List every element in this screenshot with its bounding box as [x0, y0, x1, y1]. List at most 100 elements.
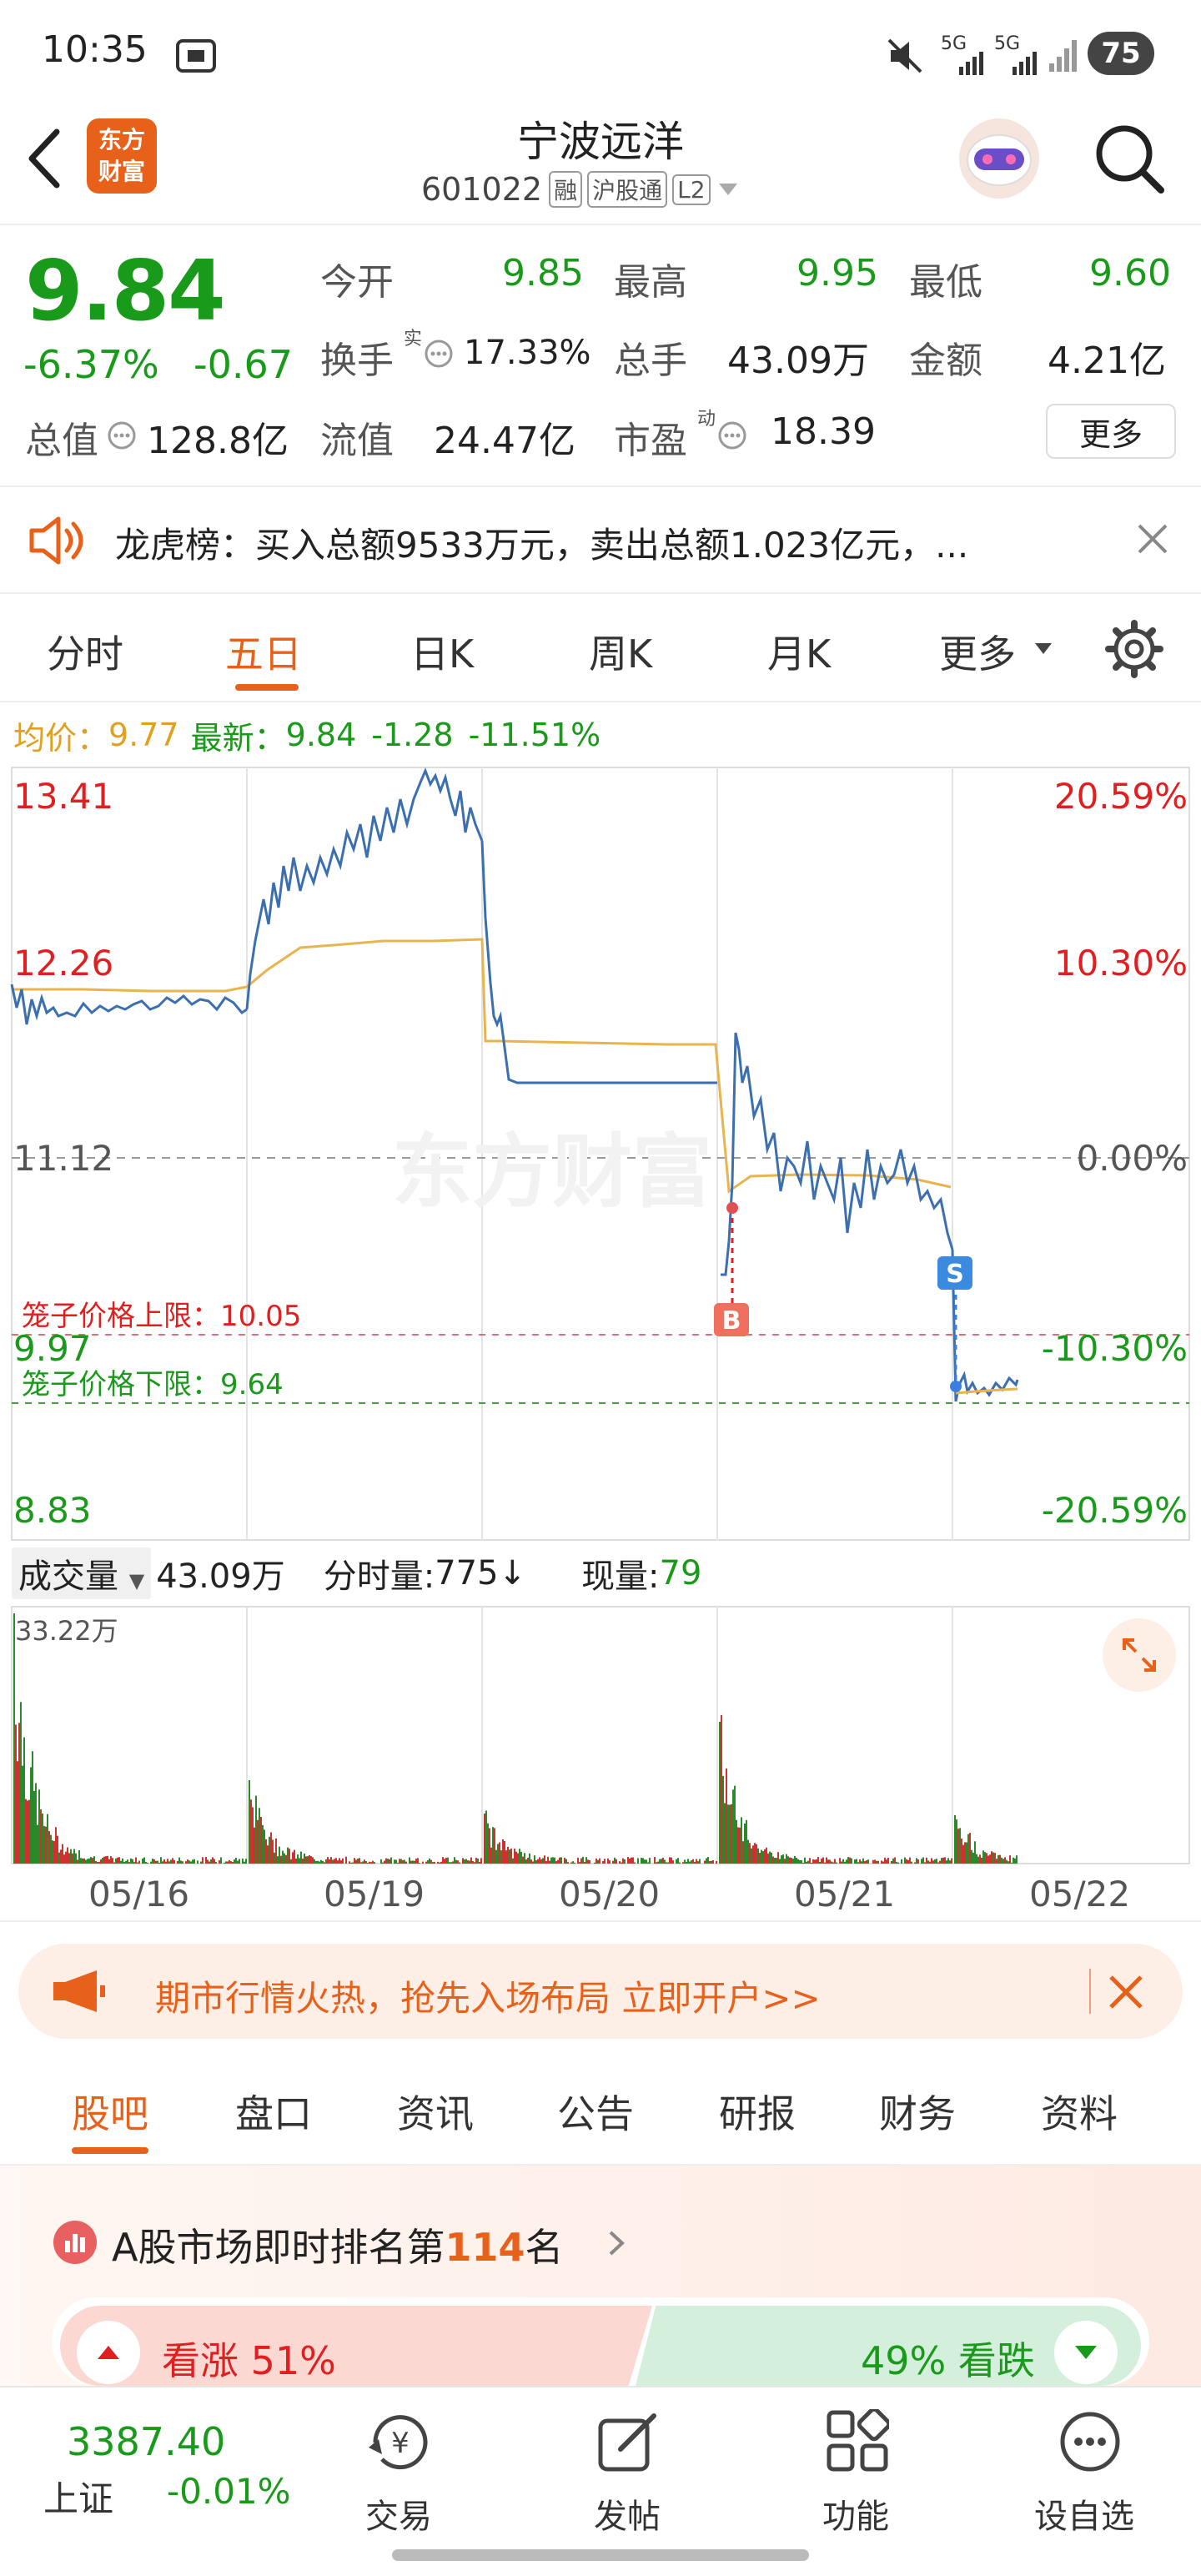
volume-bar: [757, 1848, 759, 1864]
robot-assistant-icon[interactable]: [956, 115, 1043, 202]
chevron-down-icon[interactable]: [717, 182, 739, 197]
volume-bar: [861, 1861, 862, 1864]
tab-five-day[interactable]: 五日: [225, 624, 302, 679]
tab-profile[interactable]: 资料: [1041, 2084, 1118, 2139]
close-icon[interactable]: [1108, 1974, 1144, 2010]
volume-bar: [145, 1862, 147, 1864]
tab-more[interactable]: 更多: [939, 624, 1016, 679]
vote-down-button[interactable]: [1054, 2321, 1118, 2384]
chevron-right-icon[interactable]: [607, 2229, 626, 2257]
volume-bar: [340, 1860, 342, 1864]
volume-bar: [672, 1860, 674, 1864]
volume-bar: [779, 1859, 781, 1864]
volume-bar: [731, 1804, 732, 1864]
volume-bar: [942, 1857, 944, 1864]
buy-point: [726, 1202, 738, 1214]
sentiment-down-label: 49% 看跌: [861, 2338, 1035, 2383]
ranking-text[interactable]: A股市场即时排名第114名: [112, 2217, 564, 2272]
volume-bar: [570, 1862, 572, 1864]
search-icon[interactable]: [1091, 120, 1168, 197]
volume-bar: [505, 1850, 507, 1864]
tab-daily-k[interactable]: 日K: [410, 624, 474, 679]
volume-bar: [817, 1857, 819, 1864]
info-icon[interactable]: [424, 339, 454, 369]
volume-bar: [372, 1860, 374, 1864]
more-button[interactable]: 更多: [1046, 404, 1176, 459]
volume-bar: [35, 1783, 37, 1864]
volume-bar: [229, 1859, 230, 1864]
volume-bar: [480, 1858, 482, 1864]
sell-point: [950, 1381, 962, 1392]
tab-news[interactable]: 资讯: [397, 2084, 474, 2139]
volume-bar: [337, 1860, 339, 1864]
tab-weekly-k[interactable]: 周K: [589, 624, 652, 679]
vote-up-button[interactable]: [77, 2321, 140, 2384]
volume-bar: [320, 1859, 322, 1864]
notice-bar[interactable]: 龙虎榜：买入总额9533万元，卖出总额1.023亿元，...: [0, 491, 1201, 591]
tab-monthly-k[interactable]: 月K: [767, 624, 831, 679]
nav-trade[interactable]: ¥ 交易: [350, 2399, 450, 2541]
price-chart-panel[interactable]: 东方财富 B S 13.41 12.26 11.12 9.97 8.83 20.…: [0, 766, 1201, 1542]
volume-bar: [917, 1859, 919, 1864]
volume-bar: [646, 1859, 647, 1864]
tab-announcements[interactable]: 公告: [557, 2084, 634, 2139]
volume-bar: [756, 1844, 757, 1864]
volume-bar: [117, 1857, 118, 1864]
float-value: 24.47亿: [434, 420, 575, 462]
volume-bar: [804, 1857, 806, 1864]
nav-post[interactable]: 发帖: [579, 2399, 679, 2541]
volume-bar: [255, 1795, 257, 1864]
volume-bar: [712, 1859, 714, 1864]
ad-banner[interactable]: 期市行情火热，抢先入场布局 立即开户>>: [18, 1944, 1183, 2039]
volume-bar: [135, 1857, 137, 1864]
index-widget[interactable]: 3387.40 上证 -0.01%: [0, 2387, 334, 2554]
volume-bar: [769, 1851, 771, 1864]
info-icon[interactable]: [717, 420, 747, 450]
volume-bar: [400, 1859, 402, 1864]
open-label: 今开: [320, 261, 394, 304]
volume-indicator-select[interactable]: 成交量 ▼: [12, 1547, 152, 1599]
volume-bar: [532, 1861, 534, 1864]
volume-bar: [123, 1861, 125, 1864]
amount-label: 金额: [909, 340, 982, 382]
expand-chart-button[interactable]: [1103, 1618, 1176, 1692]
app-logo[interactable]: 东方 财富: [87, 118, 157, 194]
volume-bar: [138, 1860, 140, 1864]
volume-bar: [422, 1861, 424, 1864]
settings-gear-icon[interactable]: [1104, 619, 1164, 679]
svg-text:¥: ¥: [391, 2427, 410, 2460]
volume-bar: [609, 1860, 611, 1864]
info-icon[interactable]: [107, 420, 137, 450]
volume-bar: [846, 1859, 847, 1864]
tab-financials[interactable]: 财务: [879, 2084, 956, 2139]
volume-bar: [796, 1858, 797, 1864]
index-value: 3387.40: [67, 2419, 226, 2464]
volume-bar: [632, 1857, 634, 1864]
volume-bar: [42, 1813, 43, 1864]
volume-bar: [330, 1857, 332, 1864]
volume-bar: [932, 1860, 934, 1864]
volume-bar: [239, 1859, 240, 1864]
volume-bar: [212, 1857, 214, 1864]
volume-bar: [739, 1827, 741, 1864]
close-icon[interactable]: [1136, 522, 1169, 556]
volume-bar: [821, 1859, 822, 1864]
volume-chart-panel[interactable]: 33.22万: [0, 1605, 1201, 1865]
volume-bar: [844, 1861, 846, 1864]
volume-bar: [173, 1859, 175, 1864]
volume-bar: [997, 1854, 999, 1864]
back-icon[interactable]: [23, 125, 65, 192]
tab-forum[interactable]: 股吧: [72, 2084, 148, 2139]
nav-functions[interactable]: 功能: [807, 2399, 907, 2541]
volume-bar: [916, 1858, 917, 1864]
volume-bar: [929, 1861, 931, 1864]
volume-bar: [497, 1844, 499, 1864]
volume-bar: [409, 1857, 410, 1864]
volume-bar: [856, 1859, 857, 1864]
tab-orderbook[interactable]: 盘口: [235, 2084, 312, 2139]
tab-research[interactable]: 研报: [719, 2084, 796, 2139]
tab-intraday[interactable]: 分时: [47, 624, 123, 679]
nav-add-watchlist[interactable]: 设自选: [1023, 2399, 1156, 2541]
volume-bar: [540, 1859, 542, 1864]
volume-bar: [607, 1858, 609, 1864]
